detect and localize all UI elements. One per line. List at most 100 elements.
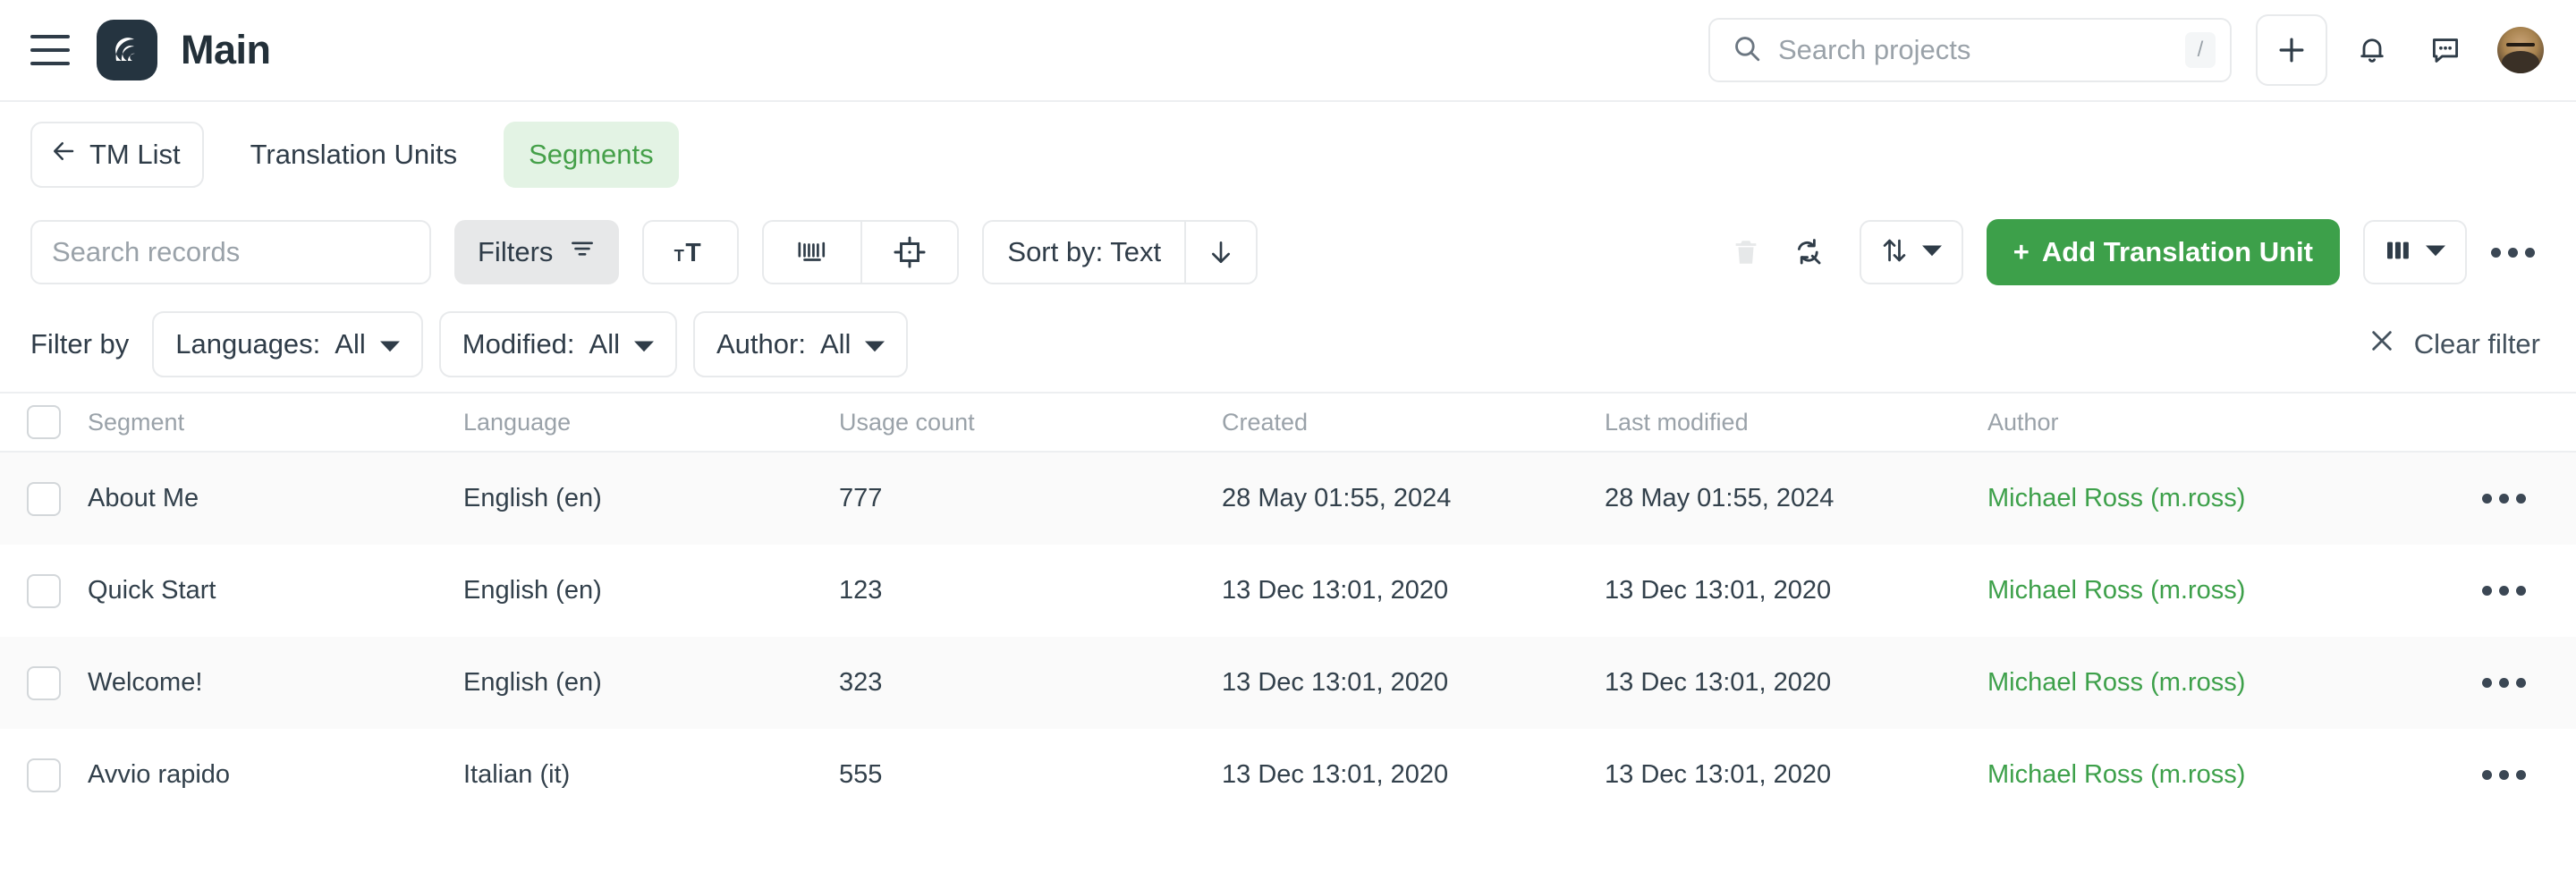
back-to-tm-list-button[interactable]: TM List — [30, 122, 204, 188]
author-filter-dropdown[interactable]: Author: All — [693, 311, 909, 377]
cell-last-modified: 13 Dec 13:01, 2020 — [1605, 576, 1832, 605]
plus-icon: + — [2012, 236, 2029, 267]
search-records-input[interactable] — [52, 236, 410, 268]
top-bar-actions: / — [1708, 14, 2544, 86]
cell-last-modified: 13 Dec 13:01, 2020 — [1605, 668, 1832, 697]
cell-last-modified: 28 May 01:55, 2024 — [1605, 484, 1835, 512]
trash-icon[interactable] — [1715, 221, 1777, 284]
column-header-created[interactable]: Created — [1222, 409, 1605, 436]
clear-filter-button[interactable]: Clear filter — [2368, 326, 2546, 362]
cell-language: English (en) — [463, 668, 602, 697]
search-records-container[interactable] — [30, 220, 431, 284]
create-new-button[interactable] — [2256, 14, 2327, 86]
text-size-icon[interactable]: T T — [642, 220, 740, 284]
add-translation-unit-button[interactable]: + Add Translation Unit — [1986, 219, 2340, 285]
column-header-language[interactable]: Language — [463, 409, 839, 436]
chevron-down-icon — [1921, 243, 1942, 262]
select-all-cell — [0, 405, 88, 439]
modified-filter-value: All — [589, 328, 620, 360]
row-checkbox[interactable] — [27, 665, 61, 700]
more-horizontal-icon[interactable] — [2479, 221, 2546, 284]
cell-created: 28 May 01:55, 2024 — [1222, 484, 1452, 512]
sort-by-button[interactable]: Sort by: Text — [984, 222, 1184, 283]
table-row[interactable]: Welcome! English (en) 323 13 Dec 13:01, … — [0, 637, 2576, 729]
columns-icon — [2385, 236, 2411, 269]
row-checkbox[interactable] — [27, 481, 61, 516]
row-actions-cell — [2453, 586, 2576, 596]
barcode-tag-icon[interactable] — [764, 222, 860, 283]
crosshair-target-icon[interactable] — [860, 222, 957, 283]
hamburger-icon[interactable] — [30, 35, 70, 65]
columns-dropdown-button[interactable] — [2363, 220, 2467, 284]
author-filter-name: Author: — [716, 328, 806, 360]
cell-segment: Quick Start — [88, 576, 216, 605]
chat-bubble-icon[interactable] — [2417, 21, 2474, 79]
svg-text:T: T — [686, 239, 701, 267]
add-translation-unit-label: Add Translation Unit — [2041, 236, 2313, 267]
page-title: Main — [181, 27, 271, 72]
row-actions-cell — [2453, 678, 2576, 688]
user-avatar[interactable] — [2497, 27, 2544, 73]
row-checkbox[interactable] — [27, 573, 61, 608]
cell-author[interactable]: Michael Ross (m.ross) — [1987, 576, 2453, 605]
row-actions-cell — [2453, 494, 2576, 504]
clear-filter-label: Clear filter — [2413, 328, 2540, 360]
search-projects-input[interactable] — [1778, 34, 2185, 66]
cell-author[interactable]: Michael Ross (m.ross) — [1987, 484, 2453, 513]
row-select-cell — [0, 573, 88, 608]
row-more-icon[interactable] — [2482, 494, 2526, 504]
row-checkbox[interactable] — [27, 758, 61, 792]
row-more-icon[interactable] — [2482, 770, 2526, 780]
filters-button[interactable]: Filters — [454, 220, 620, 284]
row-select-cell — [0, 758, 88, 792]
row-more-icon[interactable] — [2482, 586, 2526, 596]
filters-label: Filters — [478, 236, 554, 267]
top-bar: Main / — [0, 0, 2576, 102]
filter-bar: Filter by Languages: All Modified: All A… — [0, 297, 2576, 392]
modified-filter-dropdown[interactable]: Modified: All — [438, 311, 677, 377]
cell-author[interactable]: Michael Ross (m.ross) — [1987, 668, 2453, 698]
table-row[interactable]: Quick Start English (en) 123 13 Dec 13:0… — [0, 545, 2576, 637]
sort-direction-button[interactable] — [1184, 222, 1256, 283]
select-all-checkbox[interactable] — [27, 405, 61, 439]
tab-translation-units[interactable]: Translation Units — [225, 122, 482, 188]
segments-table: Segment Language Usage count Created Las… — [0, 392, 2576, 821]
cell-language: Italian (it) — [463, 760, 571, 789]
row-select-cell — [0, 665, 88, 700]
svg-text:T: T — [674, 246, 685, 265]
column-header-author[interactable]: Author — [1987, 409, 2453, 436]
row-actions-cell — [2453, 770, 2576, 780]
cell-created: 13 Dec 13:01, 2020 — [1222, 576, 1449, 605]
languages-filter-dropdown[interactable]: Languages: All — [152, 311, 423, 377]
search-projects-container[interactable]: / — [1708, 18, 2232, 82]
row-more-icon[interactable] — [2482, 678, 2526, 688]
close-icon — [2368, 326, 2396, 362]
cell-author[interactable]: Michael Ross (m.ross) — [1987, 760, 2453, 790]
view-mode-group — [762, 220, 960, 284]
bell-icon[interactable] — [2343, 21, 2401, 79]
table-header-row: Segment Language Usage count Created Las… — [0, 392, 2576, 453]
chevron-down-icon — [2426, 243, 2445, 262]
languages-filter-name: Languages: — [175, 328, 321, 360]
records-toolbar: Filters T T — [0, 207, 2576, 297]
table-row[interactable]: About Me English (en) 777 28 May 01:55, … — [0, 453, 2576, 545]
table-row[interactable]: Avvio rapido Italian (it) 555 13 Dec 13:… — [0, 729, 2576, 821]
modified-filter-name: Modified: — [462, 328, 575, 360]
column-header-last-modified[interactable]: Last modified — [1605, 409, 1987, 436]
chevron-down-icon — [634, 328, 654, 360]
languages-filter-value: All — [335, 328, 366, 360]
cell-usage-count: 555 — [839, 760, 883, 789]
cell-created: 13 Dec 13:01, 2020 — [1222, 668, 1449, 697]
refresh-search-icon[interactable] — [1777, 221, 1840, 284]
tabs-bar: TM List Translation Units Segments — [0, 102, 2576, 207]
column-header-segment[interactable]: Segment — [88, 409, 463, 436]
row-select-cell — [0, 481, 88, 516]
cell-created: 13 Dec 13:01, 2020 — [1222, 760, 1449, 789]
cell-usage-count: 323 — [839, 668, 883, 697]
tab-segments[interactable]: Segments — [504, 122, 679, 188]
reorder-dropdown-button[interactable] — [1859, 220, 1963, 284]
column-header-usage-count[interactable]: Usage count — [839, 409, 1222, 436]
chevron-down-icon — [865, 328, 886, 360]
app-logo-icon[interactable] — [97, 20, 157, 80]
back-to-tm-list-label: TM List — [89, 139, 181, 170]
